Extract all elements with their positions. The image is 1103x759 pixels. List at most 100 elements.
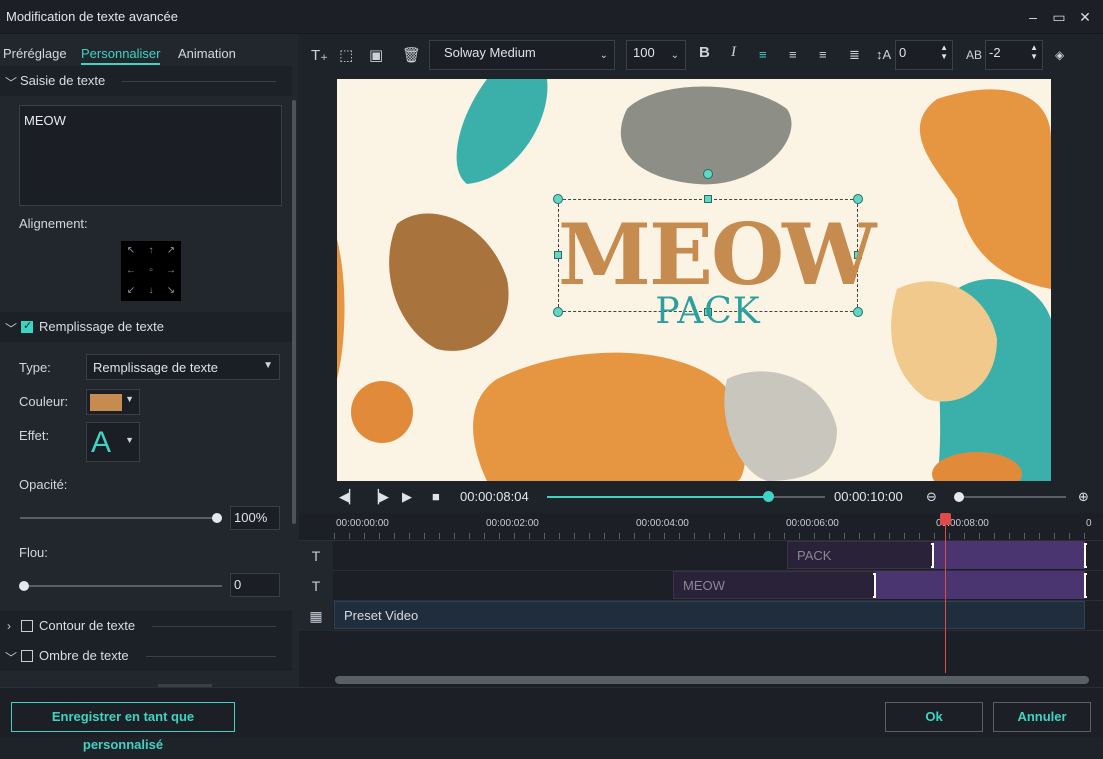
- preview-title-text: MEOW: [558, 205, 877, 304]
- section-text-fill[interactable]: ﹀ Remplissage de texte: [0, 312, 292, 342]
- trash-icon[interactable]: 🗑: [402, 46, 421, 64]
- color-picker[interactable]: ▼: [86, 389, 140, 415]
- line-spacing-input[interactable]: 0 ▲ ▼: [895, 40, 953, 70]
- clip-trim-handle[interactable]: [873, 573, 876, 598]
- minimize-button[interactable]: –: [1022, 6, 1044, 28]
- playhead-line[interactable]: [945, 515, 946, 673]
- playhead-marker[interactable]: [940, 513, 951, 525]
- font-select[interactable]: Solway Medium ⌄: [429, 40, 615, 70]
- opacity-slider-track[interactable]: [20, 517, 218, 519]
- clip-selection[interactable]: [933, 541, 1085, 569]
- timeline-ruler[interactable]: 00:00:00:00 00:00:02:00 00:00:04:00 00:0…: [299, 513, 1103, 541]
- keyframe-icon[interactable]: ◈: [1055, 48, 1064, 62]
- text-icon: T: [299, 541, 333, 571]
- align-left-icon[interactable]: ←: [121, 261, 141, 281]
- align-bottom-left-icon[interactable]: ↙: [121, 281, 141, 301]
- align-bottom-icon[interactable]: ↓: [141, 281, 161, 301]
- outline-checkbox[interactable]: [21, 620, 33, 632]
- progress-track[interactable]: [769, 496, 825, 498]
- clip-selection[interactable]: [875, 571, 1085, 599]
- zoom-slider-knob[interactable]: [954, 492, 964, 502]
- preview-subtitle-text: PACK: [655, 291, 761, 332]
- zoom-out-icon[interactable]: ⊖: [926, 489, 937, 505]
- section-text-outline[interactable]: › Contour de texte: [0, 611, 292, 641]
- section-title: Ombre de texte: [39, 648, 129, 663]
- opacity-slider-knob[interactable]: [212, 513, 222, 523]
- resize-handle[interactable]: [704, 195, 712, 203]
- panel-scrollbar[interactable]: [292, 100, 296, 524]
- align-center-icon[interactable]: ▫: [141, 261, 161, 281]
- effect-label: Effet:: [19, 428, 50, 443]
- align-top-icon[interactable]: ↑: [141, 241, 161, 261]
- timeline-clip-pack[interactable]: PACK: [787, 541, 933, 569]
- tab-customize[interactable]: Personnaliser: [81, 46, 161, 61]
- chevron-down-icon: ▼: [263, 360, 273, 371]
- add-image-icon[interactable]: ▣: [369, 46, 383, 64]
- text-box-icon[interactable]: ⬚: [339, 46, 353, 64]
- section-title: Remplissage de texte: [39, 319, 165, 334]
- clip-trim-handle[interactable]: [931, 543, 934, 568]
- zoom-slider-track[interactable]: [958, 496, 1066, 498]
- align-top-left-icon[interactable]: ↖: [121, 241, 141, 261]
- timeline-clip-video[interactable]: Preset Video: [334, 601, 1085, 629]
- size-select[interactable]: 100 ⌄: [626, 40, 686, 70]
- bold-button[interactable]: B: [699, 44, 710, 61]
- divider: [152, 626, 276, 627]
- italic-button[interactable]: I: [731, 44, 736, 61]
- stepper-icon[interactable]: ▲ ▼: [1030, 43, 1038, 61]
- progress-fill: [547, 496, 769, 498]
- text-input-field[interactable]: MEOW: [19, 105, 282, 206]
- shadow-checkbox[interactable]: [21, 650, 33, 662]
- timeline-scrollbar[interactable]: [335, 676, 1089, 684]
- close-button[interactable]: ✕: [1074, 6, 1096, 28]
- type-select[interactable]: Remplissage de texte ▼: [86, 354, 280, 380]
- section-text-input[interactable]: ﹀ Saisie de texte: [0, 66, 292, 96]
- stepper-icon[interactable]: ▲ ▼: [940, 43, 948, 61]
- letter-spacing-icon: AB: [966, 48, 983, 62]
- letter-spacing-input[interactable]: -2 ▲ ▼: [985, 40, 1043, 70]
- save-custom-button[interactable]: Enregistrer en tant que personnalisé: [11, 702, 235, 752]
- rotate-handle[interactable]: [703, 169, 713, 179]
- progress-knob[interactable]: [763, 491, 774, 502]
- blur-input[interactable]: 0: [230, 573, 280, 597]
- previous-frame-icon[interactable]: ◀▏: [339, 489, 359, 505]
- dropdown-arrow-icon: ▼: [125, 435, 134, 445]
- step-play-icon[interactable]: ▕▶: [369, 489, 389, 505]
- resize-handle[interactable]: [853, 194, 863, 204]
- align-top-right-icon[interactable]: ↗: [161, 241, 181, 261]
- ruler-ticks: [334, 533, 1094, 539]
- blur-label: Flou:: [19, 545, 48, 560]
- stop-icon[interactable]: ■: [432, 489, 440, 504]
- add-text-icon[interactable]: T₊: [311, 46, 328, 64]
- video-preview[interactable]: MEOW PACK: [337, 79, 1051, 481]
- tab-preset[interactable]: Préréglage: [3, 46, 67, 61]
- alignment-grid[interactable]: ↖ ↑ ↗ ← ▫ → ↙ ↓ ↘: [121, 241, 181, 301]
- color-swatch: [90, 394, 122, 411]
- timeline-clip-meow[interactable]: MEOW: [673, 571, 875, 599]
- align-center-button[interactable]: ≡: [789, 47, 797, 62]
- chevron-down-icon: ﹀: [5, 322, 18, 336]
- align-right-button[interactable]: ≡: [819, 47, 827, 62]
- justify-button[interactable]: ≣: [849, 47, 860, 63]
- ok-button[interactable]: Ok: [885, 702, 983, 732]
- clip-trim-handle[interactable]: [1084, 573, 1087, 598]
- fill-checkbox[interactable]: [21, 319, 33, 333]
- align-left-button[interactable]: ≡: [759, 47, 767, 62]
- effect-picker[interactable]: A ▼: [86, 422, 140, 462]
- zoom-in-icon[interactable]: ⊕: [1078, 489, 1089, 505]
- color-label: Couleur:: [19, 394, 69, 409]
- maximize-button[interactable]: ▭: [1048, 6, 1070, 28]
- active-tab-underline: [81, 63, 160, 65]
- blur-slider-knob[interactable]: [19, 581, 29, 591]
- align-bottom-right-icon[interactable]: ↘: [161, 281, 181, 301]
- section-text-shadow[interactable]: ﹀ Ombre de texte: [0, 641, 292, 671]
- blur-slider-track[interactable]: [20, 585, 222, 587]
- opacity-input[interactable]: 100%: [230, 506, 280, 530]
- cancel-button[interactable]: Annuler: [993, 702, 1091, 732]
- tab-animation[interactable]: Animation: [178, 46, 236, 61]
- ruler-label: 00:00:06:00: [786, 518, 839, 529]
- align-right-icon[interactable]: →: [161, 261, 181, 281]
- clip-trim-handle[interactable]: [1084, 543, 1087, 568]
- resize-handle[interactable]: [553, 194, 563, 204]
- play-icon[interactable]: ▶: [402, 489, 412, 505]
